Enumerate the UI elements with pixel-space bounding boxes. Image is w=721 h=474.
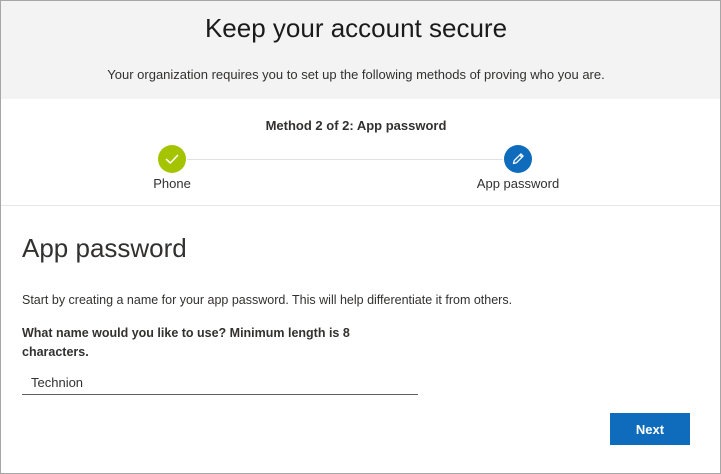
header: Keep your account secure Your organizati… (1, 1, 720, 99)
step-app-password-label: App password (476, 176, 560, 191)
step-phone-complete (158, 145, 186, 173)
step-app-password-current (504, 145, 532, 173)
page-title: Keep your account secure (204, 13, 508, 43)
checkmark-icon (165, 154, 179, 164)
pencil-icon (512, 153, 524, 165)
next-button[interactable]: Next (610, 413, 690, 445)
name-field-label: What name would you like to use? Minimum… (22, 326, 350, 359)
section-divider (1, 205, 720, 206)
section-title: App password (22, 233, 187, 263)
step-phone-label: Phone (153, 176, 191, 191)
section-description: Start by creating a name for your app pa… (22, 293, 513, 307)
page-subtitle: Your organization requires you to set up… (107, 67, 605, 82)
account-security-window: Keep your account secure Your organizati… (0, 0, 721, 474)
method-progress-title: Method 2 of 2: App password (265, 118, 447, 133)
progress-connector-line (187, 159, 503, 160)
app-password-name-input[interactable] (22, 371, 418, 395)
